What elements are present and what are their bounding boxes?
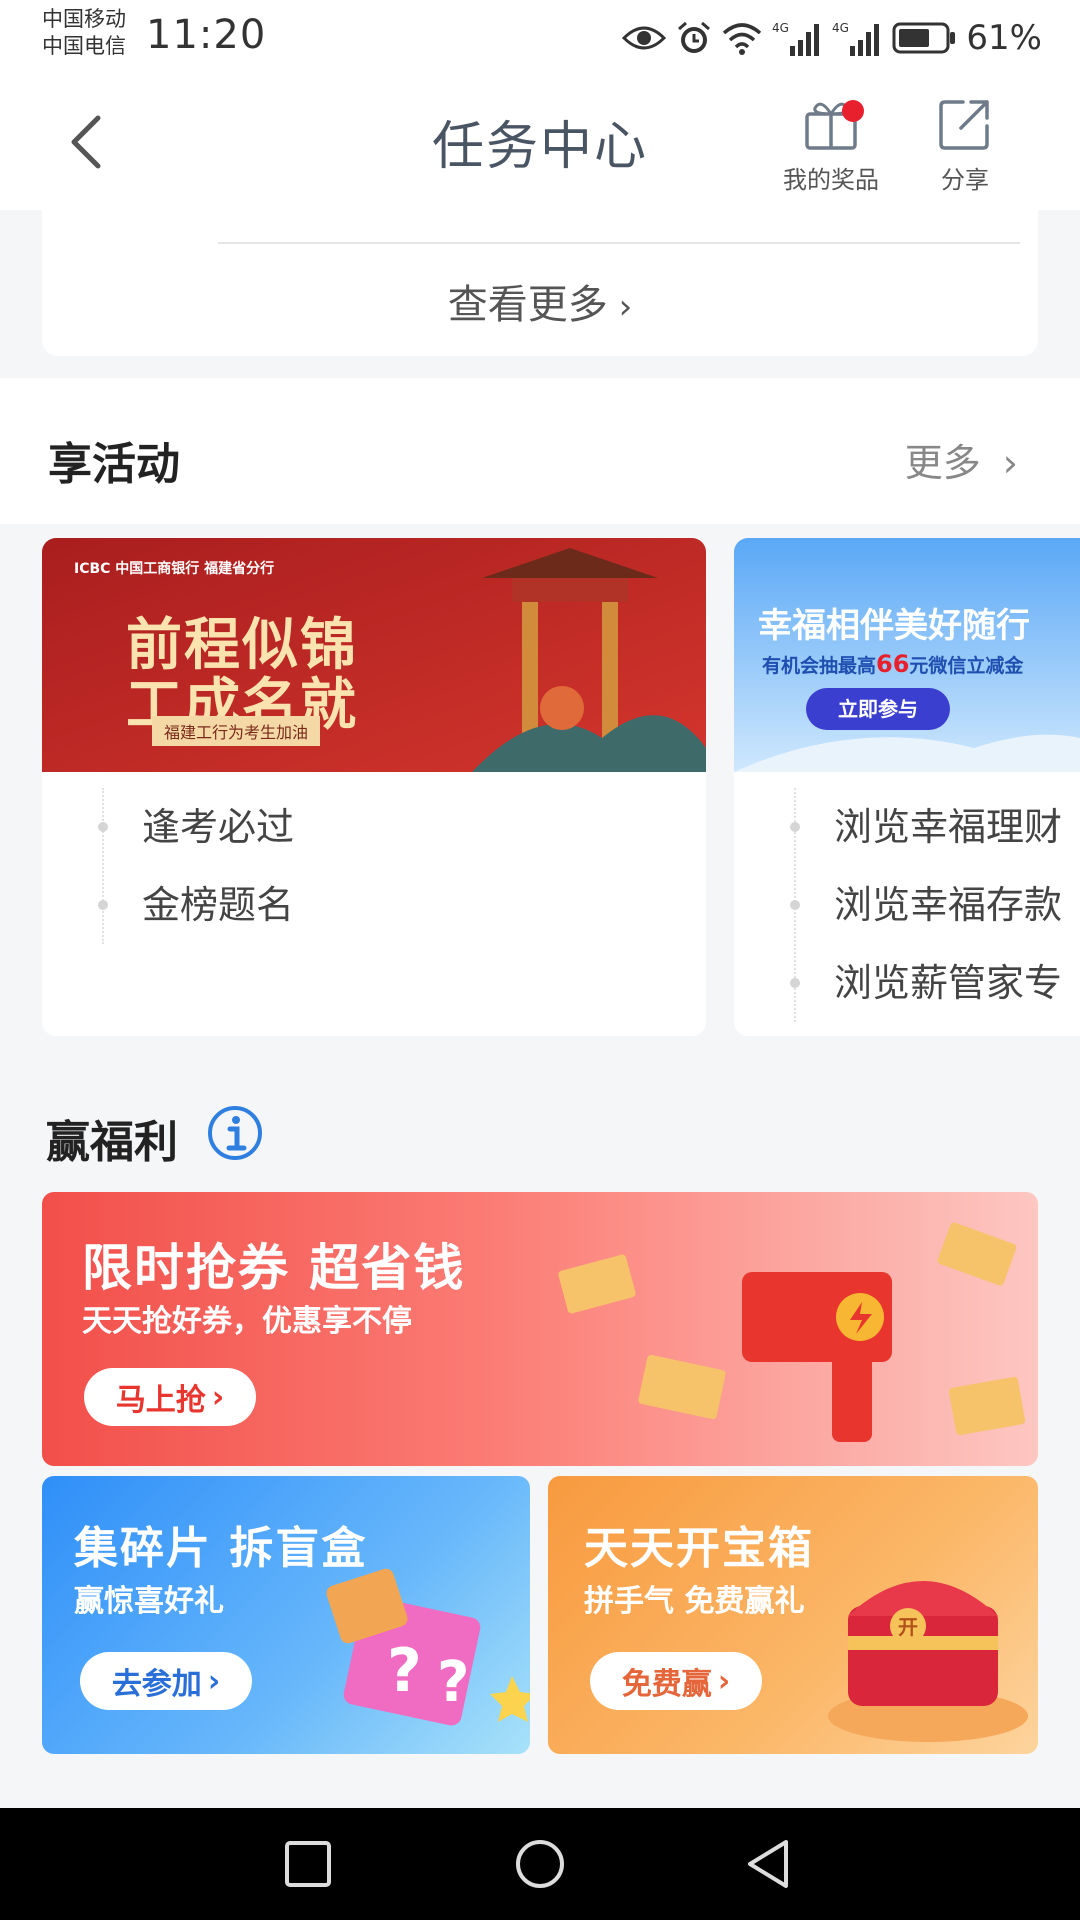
- blind-box-title: 集碎片 拆盲盒: [74, 1523, 368, 1574]
- signal-4g-icon: 4G: [772, 21, 820, 56]
- status-icons: 4G 4G 61%: [622, 14, 1042, 62]
- chest-subtitle: 拼手气 免费赢礼: [584, 1584, 805, 1619]
- divider: [218, 242, 1020, 244]
- carrier-2: 中国电信: [42, 34, 126, 58]
- activity-item: 逢考必过: [42, 788, 706, 866]
- activity-item: 浏览幸福理财: [734, 788, 1080, 866]
- see-more-link[interactable]: 查看更多 ›: [0, 272, 1080, 330]
- battery-icon: [892, 22, 956, 54]
- share-label: 分享: [941, 166, 989, 194]
- win-free-button[interactable]: 免费赢 ›: [590, 1652, 762, 1710]
- system-nav-bar: [0, 1808, 1080, 1920]
- chest-title: 天天开宝箱: [584, 1523, 814, 1574]
- chevron-right-icon: ›: [607, 287, 633, 327]
- chevron-right-icon: ›: [717, 1663, 731, 1699]
- notification-dot: [842, 100, 864, 122]
- my-prizes-label: 我的奖品: [783, 166, 879, 194]
- activity-items: 浏览幸福理财 浏览幸福存款 浏览薪管家专: [734, 788, 1080, 1022]
- svg-text:?: ?: [387, 1636, 422, 1706]
- banner-headline: 幸福相伴美好随行: [758, 606, 1030, 646]
- blind-box-banner[interactable]: ? ? 集碎片 拆盲盒 赢惊喜好礼 去参加 ›: [42, 1476, 530, 1754]
- svg-text:4G: 4G: [832, 21, 849, 35]
- banner-subtitle: 有机会抽最高66元微信立减金: [762, 650, 1024, 678]
- activity-items: 逢考必过 金榜题名: [42, 788, 706, 944]
- coupon-subtitle: 天天抢好券，优惠享不停: [82, 1304, 412, 1339]
- alarm-icon: [678, 21, 711, 53]
- activities-more-link[interactable]: 更多 ›: [905, 432, 1018, 487]
- status-time: 11:20: [146, 12, 267, 58]
- signal-4g-icon: 4G: [832, 21, 880, 56]
- eye-icon: [622, 26, 667, 50]
- activities-title: 享活动: [48, 439, 180, 490]
- grab-coupon-button[interactable]: 马上抢 ›: [84, 1368, 256, 1426]
- banner-tag: 福建工行为考生加油: [152, 716, 321, 746]
- carrier-info: 中国移动 中国电信: [42, 6, 126, 60]
- my-prizes-button[interactable]: 我的奖品: [776, 92, 886, 195]
- more-label: 更多: [904, 441, 981, 485]
- carrier-1: 中国移动: [42, 7, 126, 31]
- activity-item: 浏览幸福存款: [734, 866, 1080, 944]
- recent-apps-icon[interactable]: [284, 1840, 332, 1888]
- see-more-label: 查看更多: [447, 282, 608, 328]
- home-icon[interactable]: [514, 1838, 566, 1890]
- share-button[interactable]: 分享: [910, 92, 1020, 195]
- join-button[interactable]: 去参加 ›: [80, 1652, 252, 1710]
- activity-item: 金榜题名: [42, 866, 706, 944]
- chevron-right-icon: ›: [211, 1379, 225, 1415]
- activity-item: 浏览薪管家专: [734, 944, 1080, 1022]
- info-icon[interactable]: [206, 1104, 264, 1162]
- battery-percent: 61%: [966, 18, 1042, 58]
- back-nav-icon[interactable]: [744, 1838, 792, 1890]
- blind-box-subtitle: 赢惊喜好礼: [74, 1584, 224, 1619]
- chevron-right-icon: ›: [207, 1663, 221, 1699]
- coupon-title: 限时抢券 超省钱: [82, 1239, 466, 1297]
- share-icon: [939, 100, 989, 150]
- welfare-title: 赢福利: [46, 1117, 178, 1168]
- coupon-banner[interactable]: 限时抢券 超省钱 天天抢好券，优惠享不停 马上抢 ›: [42, 1192, 1038, 1466]
- chevron-right-icon: ›: [1002, 441, 1018, 485]
- activity-card-exam[interactable]: ICBC 中国工商银行 福建省分行 前程似锦 工成名就 福建工行为考生加油 逢考…: [42, 538, 706, 1036]
- svg-text:?: ?: [437, 1650, 469, 1715]
- activity-card-happiness[interactable]: 幸福相伴美好随行 有机会抽最高66元微信立减金 立即参与 浏览幸福理财 浏览幸福…: [734, 538, 1080, 1036]
- icbc-logo-text: ICBC 中国工商银行 福建省分行: [74, 561, 275, 577]
- svg-text:开: 开: [898, 1615, 918, 1639]
- wifi-icon: [723, 23, 762, 55]
- join-now-button[interactable]: 立即参与: [806, 688, 950, 730]
- svg-text:4G: 4G: [772, 21, 789, 35]
- treasure-chest-banner[interactable]: 开 天天开宝箱 拼手气 免费赢礼 免费赢 ›: [548, 1476, 1038, 1754]
